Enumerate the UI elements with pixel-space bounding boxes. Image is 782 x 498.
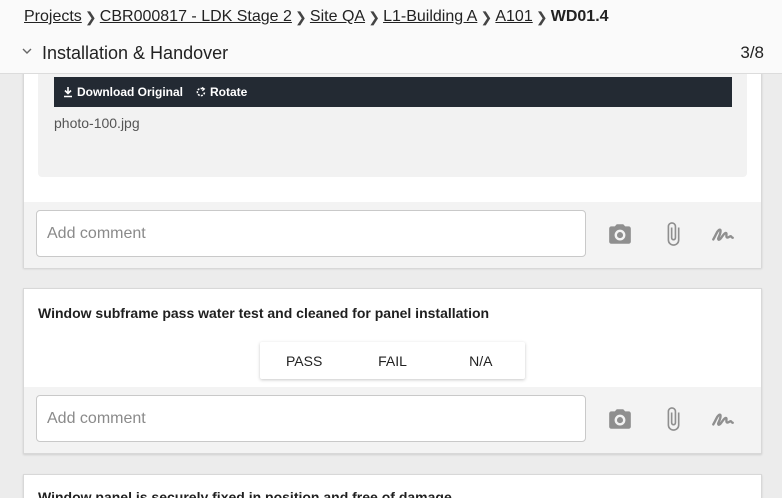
photo-preview-panel: Download Original Rotate photo-100.jpg (38, 61, 747, 177)
camera-icon[interactable] (607, 221, 633, 247)
chevron-down-icon[interactable] (22, 46, 32, 56)
paperclip-icon[interactable] (660, 406, 686, 432)
rotate-button[interactable]: Rotate (195, 85, 247, 99)
section-counter: 3/8 (740, 43, 764, 62)
comment-input[interactable] (36, 395, 586, 442)
pass-fail-na-selector: PASS FAIL N/A (260, 342, 525, 379)
photo-toolbar: Download Original Rotate (54, 77, 732, 107)
paperclip-icon[interactable] (660, 221, 686, 247)
photo-checklist-card: Download Original Rotate photo-100.jpg (23, 60, 762, 268)
breadcrumb-link-site-qa[interactable]: Site QA (310, 8, 365, 26)
section-title: Installation & Handover (42, 42, 229, 63)
na-button[interactable]: N/A (437, 342, 525, 379)
download-original-button[interactable]: Download Original (62, 85, 183, 99)
checklist-question: Window subframe pass water test and clea… (38, 305, 490, 321)
comment-bar (24, 387, 761, 453)
breadcrumb-link-project[interactable]: CBR000817 - LDK Stage 2 (100, 8, 292, 26)
signature-icon[interactable] (710, 221, 736, 247)
comment-bar (24, 202, 761, 268)
photo-filename: photo-100.jpg (54, 115, 140, 131)
chevron-right-icon: ❯ (295, 8, 307, 25)
download-original-label: Download Original (77, 85, 184, 99)
rotate-icon (196, 86, 206, 97)
download-icon (64, 87, 72, 98)
checklist-question: Window panel is securely fixed in positi… (38, 489, 452, 498)
breadcrumb-link-unit[interactable]: A101 (495, 8, 532, 26)
chevron-right-icon: ❯ (535, 8, 548, 25)
pass-button[interactable]: PASS (260, 342, 348, 379)
page-header: Projects ❯ CBR000817 - LDK Stage 2 ❯ Sit… (0, 0, 782, 74)
section-header[interactable]: Installation & Handover 3/8 (18, 40, 764, 66)
chevron-right-icon: ❯ (84, 8, 97, 25)
breadcrumb-link-building[interactable]: L1-Building A (383, 8, 477, 26)
chevron-right-icon: ❯ (480, 8, 493, 25)
camera-icon[interactable] (607, 406, 633, 432)
comment-input[interactable] (36, 210, 586, 257)
rotate-label: Rotate (210, 85, 248, 99)
checklist-item-card: Window panel is securely fixed in positi… (23, 474, 762, 498)
fail-button[interactable]: FAIL (348, 342, 436, 379)
breadcrumb-current: WD01.4 (550, 8, 609, 25)
chevron-right-icon: ❯ (368, 8, 380, 25)
breadcrumb: Projects ❯ CBR000817 - LDK Stage 2 ❯ Sit… (24, 8, 609, 26)
checklist-item-card: Window subframe pass water test and clea… (23, 288, 762, 454)
signature-icon[interactable] (710, 406, 736, 432)
breadcrumb-link-projects[interactable]: Projects (24, 8, 82, 26)
